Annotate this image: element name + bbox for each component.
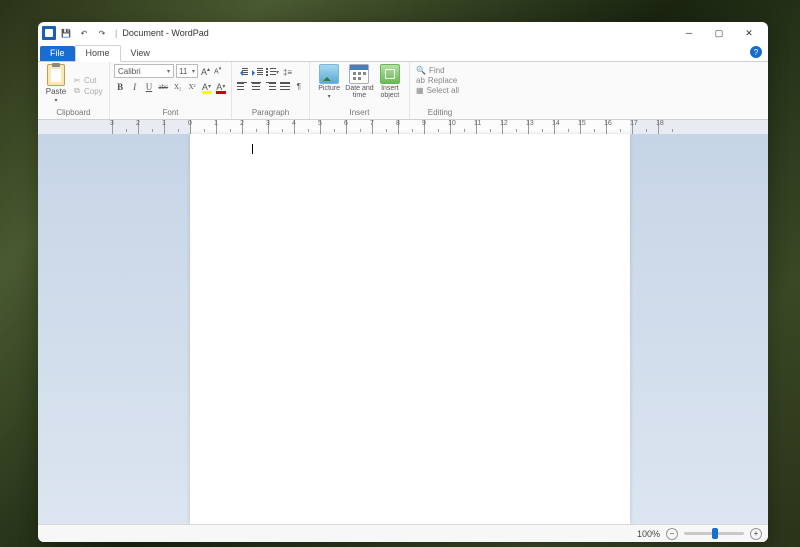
copy-label: Copy — [84, 87, 103, 96]
align-right-button[interactable] — [264, 80, 276, 92]
redo-icon[interactable]: ↷ — [94, 25, 110, 41]
select-all-button[interactable]: ▦ Select all — [416, 86, 464, 95]
replace-icon: ab — [416, 76, 425, 85]
text-cursor — [252, 144, 253, 154]
document-page[interactable] — [190, 134, 630, 524]
bold-button[interactable]: B — [114, 80, 126, 93]
group-font: Calibri ▾ 11 ▾ A▴ A▾ B I U abc X₂ X² A▾ — [110, 62, 232, 119]
superscript-button[interactable]: X² — [186, 80, 198, 93]
zoom-slider[interactable] — [684, 532, 744, 535]
chevron-down-icon: ▾ — [192, 68, 195, 75]
datetime-label: Date and time — [344, 85, 374, 99]
paste-label: Paste — [46, 87, 66, 96]
ruler-ticks: 3210123456789101112131415161718 — [112, 120, 684, 134]
zoom-value: 100% — [637, 529, 660, 539]
window-controls: ─ ▢ ✕ — [674, 23, 764, 43]
tab-file[interactable]: File — [40, 46, 75, 61]
font-color-button[interactable]: A▾ — [215, 80, 227, 93]
shrink-font-button[interactable]: A▾ — [213, 66, 222, 75]
zoom-out-button[interactable]: − — [666, 528, 678, 540]
find-button[interactable]: 🔍 Find — [416, 66, 464, 75]
editing-group-label: Editing — [414, 107, 466, 117]
chevron-down-icon: ▾ — [167, 68, 170, 75]
font-size-value: 11 — [179, 67, 187, 76]
document-workspace: 3210123456789101112131415161718 — [38, 120, 768, 524]
decrease-indent-button[interactable] — [236, 66, 249, 78]
insert-object-button[interactable]: Insert object — [375, 64, 405, 107]
calendar-icon — [349, 64, 369, 84]
paste-icon — [47, 64, 65, 86]
highlight-button[interactable]: A▾ — [200, 80, 212, 93]
picture-icon — [319, 64, 339, 84]
font-size-selector[interactable]: 11 ▾ — [176, 64, 198, 78]
chevron-down-icon: ▾ — [328, 93, 331, 100]
align-center-button[interactable] — [250, 80, 262, 92]
select-all-icon: ▦ — [416, 86, 424, 95]
object-icon — [380, 64, 400, 84]
find-label: Find — [429, 66, 445, 75]
underline-button[interactable]: U — [143, 80, 155, 93]
strike-button[interactable]: abc — [157, 80, 169, 93]
wordpad-window: 💾 ↶ ↷ | Document - WordPad ─ ▢ ✕ File Ho… — [38, 22, 768, 542]
maximize-button[interactable]: ▢ — [704, 23, 734, 43]
document-title: Document — [122, 28, 163, 38]
paragraph-dialog-button[interactable]: ¶ — [293, 80, 305, 92]
ribbon: Paste ▾ ✂ Cut ⧉ Copy Clipboard — [38, 62, 768, 120]
insert-group-label: Insert — [314, 107, 405, 117]
title-separator: - — [163, 28, 171, 38]
bullets-button[interactable]: ▾ — [266, 66, 279, 78]
align-justify-button[interactable] — [279, 80, 291, 92]
minimize-button[interactable]: ─ — [674, 23, 704, 43]
font-name-value: Calibri — [118, 67, 141, 76]
copy-icon: ⧉ — [72, 86, 82, 96]
group-clipboard: Paste ▾ ✂ Cut ⧉ Copy Clipboard — [38, 62, 110, 119]
cut-label: Cut — [84, 76, 96, 85]
title-bar: 💾 ↶ ↷ | Document - WordPad ─ ▢ ✕ — [38, 22, 768, 44]
insert-picture-button[interactable]: Picture ▾ — [314, 64, 344, 107]
chevron-down-icon: ▾ — [54, 97, 57, 104]
group-paragraph: ▾ ‡≡ ¶ Paragraph — [232, 62, 310, 119]
italic-button[interactable]: I — [128, 80, 140, 93]
help-icon[interactable]: ? — [750, 46, 762, 58]
select-all-label: Select all — [427, 86, 459, 95]
copy-button[interactable]: ⧉ Copy — [72, 86, 103, 96]
replace-label: Replace — [428, 76, 457, 85]
zoom-slider-thumb[interactable] — [712, 528, 718, 539]
close-button[interactable]: ✕ — [734, 23, 764, 43]
font-group-label: Font — [114, 107, 227, 117]
paragraph-group-label: Paragraph — [236, 107, 305, 117]
align-left-button[interactable] — [236, 80, 248, 92]
picture-label: Picture — [318, 85, 340, 92]
undo-icon[interactable]: ↶ — [76, 25, 92, 41]
subscript-button[interactable]: X₂ — [172, 80, 184, 93]
horizontal-ruler[interactable]: 3210123456789101112131415161718 — [38, 120, 768, 134]
group-editing: 🔍 Find ab Replace ▦ Select all Editing — [410, 62, 470, 119]
tab-view[interactable]: View — [121, 46, 160, 61]
find-icon: 🔍 — [416, 66, 426, 75]
cut-button[interactable]: ✂ Cut — [72, 75, 103, 85]
grow-font-button[interactable]: A▴ — [200, 66, 211, 77]
paste-button[interactable]: Paste ▾ — [42, 64, 70, 107]
clipboard-group-label: Clipboard — [42, 107, 105, 117]
line-spacing-button[interactable]: ‡≡ — [281, 66, 294, 78]
ribbon-tabs: File Home View ? — [38, 44, 768, 62]
save-icon[interactable]: 💾 — [58, 25, 74, 41]
app-icon — [42, 26, 56, 40]
object-label: Insert object — [375, 85, 405, 99]
separator: | — [115, 28, 117, 38]
replace-button[interactable]: ab Replace — [416, 76, 464, 85]
app-title: WordPad — [171, 28, 208, 38]
cut-icon: ✂ — [72, 75, 82, 85]
quick-access-toolbar: 💾 ↶ ↷ | — [42, 25, 120, 41]
tab-home[interactable]: Home — [75, 45, 121, 62]
status-bar: 100% − + — [38, 524, 768, 542]
group-insert: Picture ▾ Date and time Insert object In… — [310, 62, 410, 119]
zoom-in-button[interactable]: + — [750, 528, 762, 540]
increase-indent-button[interactable] — [251, 66, 264, 78]
insert-datetime-button[interactable]: Date and time — [344, 64, 374, 107]
font-name-selector[interactable]: Calibri ▾ — [114, 64, 174, 78]
